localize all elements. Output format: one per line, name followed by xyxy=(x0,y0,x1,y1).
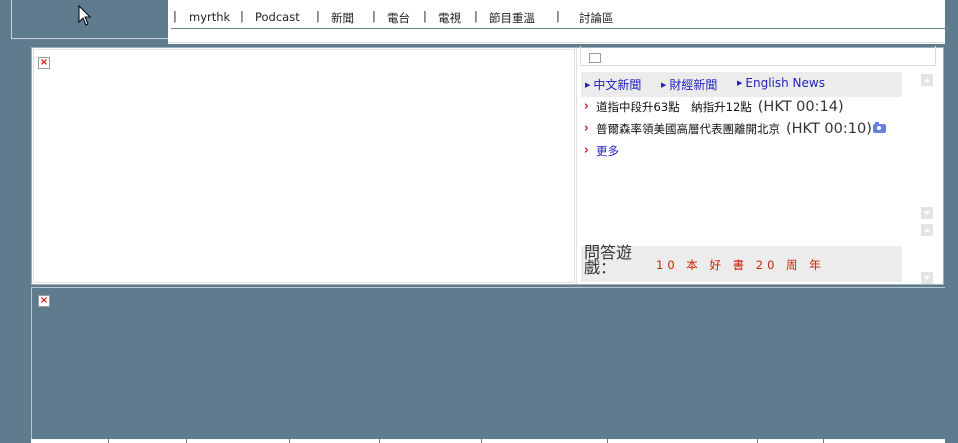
scroll-up-button[interactable] xyxy=(921,224,933,236)
lower-content-panel xyxy=(31,287,945,443)
quiz-label: 問答遊戲： xyxy=(584,243,633,277)
tab-chinese-news[interactable]: ▶ 中文新聞 xyxy=(585,76,641,93)
nav-separator: | xyxy=(423,9,427,23)
chevron-right-icon: › xyxy=(584,99,589,114)
nav-item-podcast[interactable]: Podcast xyxy=(255,10,300,24)
scroll-down-button[interactable] xyxy=(921,207,933,219)
tab-finance-news[interactable]: ▶ 財經新聞 xyxy=(661,76,717,93)
top-navigation-bar: | myrthk | Podcast | 新聞 | 電台 | 電視 | 節目重溫… xyxy=(168,0,945,44)
news-tab-bar: ▶ 中文新聞 ▶ 財經新聞 ▶ English News xyxy=(581,72,902,97)
scroll-up-button[interactable] xyxy=(921,74,933,86)
more-news-row[interactable]: › 更多 xyxy=(583,143,619,159)
right-top-frame xyxy=(580,46,936,66)
camera-icon[interactable] xyxy=(872,122,886,133)
strip-divider xyxy=(186,439,187,443)
nav-separator: | xyxy=(372,9,376,23)
triangle-right-icon: ▶ xyxy=(737,79,743,87)
nav-separator: | xyxy=(316,9,320,23)
triangle-right-icon: ▶ xyxy=(661,81,667,89)
tab-english-news[interactable]: ▶ English News xyxy=(737,76,825,90)
broken-image-icon: × xyxy=(38,57,50,69)
strip-divider xyxy=(607,439,608,443)
strip-divider xyxy=(757,439,758,443)
news-time: (HKT 00:14) xyxy=(757,99,844,115)
nav-separator: | xyxy=(474,9,478,23)
quiz-title-link[interactable]: 10 本 好 書 20 周 年 xyxy=(656,257,825,273)
strip-divider xyxy=(823,439,824,443)
news-item[interactable]: › 道指中段升63點 納指升12點 (HKT 00:14) xyxy=(583,99,844,115)
news-headline[interactable]: 道指中段升63點 納指升12點 xyxy=(596,100,752,114)
broken-image-icon: × xyxy=(38,295,50,307)
nav-item-forum[interactable]: 討論區 xyxy=(579,10,614,26)
bottom-strip xyxy=(31,439,945,443)
nav-separator: | xyxy=(240,9,244,23)
tab-label: 財經新聞 xyxy=(669,78,718,92)
quiz-bar: 問答遊戲： 10 本 好 書 20 周 年 xyxy=(581,243,902,282)
news-time: (HKT 00:10) xyxy=(786,121,872,137)
chevron-right-icon: › xyxy=(584,121,589,136)
frame-divider xyxy=(576,48,577,284)
nav-item-myrthk[interactable]: myrthk xyxy=(189,10,230,24)
news-item[interactable]: › 普爾森率領美國高層代表團離開北京 (HKT 00:10) xyxy=(583,121,886,137)
strip-divider xyxy=(289,439,290,443)
tab-label: English News xyxy=(745,76,825,90)
scroll-down-button[interactable] xyxy=(921,272,933,284)
strip-divider xyxy=(108,439,109,443)
nav-item-news[interactable]: 新聞 xyxy=(331,10,354,26)
nav-item-radio[interactable]: 電台 xyxy=(387,10,410,26)
nav-separator: | xyxy=(173,9,177,23)
mouse-pointer-icon xyxy=(78,5,92,26)
nav-separator: | xyxy=(556,9,560,23)
more-news-link[interactable]: 更多 xyxy=(596,144,619,158)
strip-divider xyxy=(379,439,380,443)
nav-item-tv[interactable]: 電視 xyxy=(438,10,461,26)
nav-divider xyxy=(168,42,945,43)
triangle-right-icon: ▶ xyxy=(585,81,591,89)
broken-image-icon xyxy=(589,53,601,63)
left-frame xyxy=(33,49,575,283)
news-headline[interactable]: 普爾森率領美國高層代表團離開北京 xyxy=(596,122,780,136)
tab-label: 中文新聞 xyxy=(593,78,642,92)
strip-divider xyxy=(481,439,482,443)
nav-item-replay[interactable]: 節目重溫 xyxy=(489,10,535,26)
chevron-right-icon: › xyxy=(584,143,589,158)
nav-divider xyxy=(171,28,948,29)
